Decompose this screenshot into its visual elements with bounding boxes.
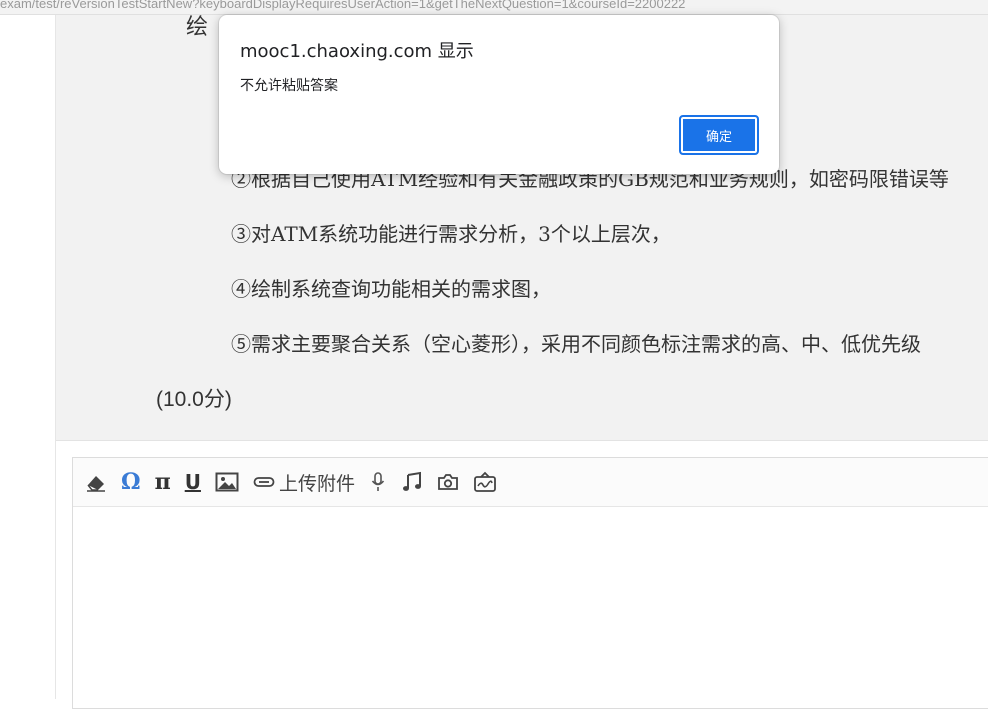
underline-icon[interactable]: U bbox=[185, 469, 201, 495]
url-text: exam/test/reVersionTestStartNew?keyboard… bbox=[0, 0, 686, 11]
dialog-title: mooc1.chaoxing.com 显示 bbox=[240, 41, 474, 62]
attachment-icon bbox=[253, 477, 275, 487]
handwriting-icon[interactable] bbox=[473, 469, 497, 495]
upload-label: 上传附件 bbox=[278, 472, 355, 495]
editor-text-area[interactable] bbox=[73, 507, 988, 707]
question-score: (10.0分) bbox=[156, 388, 232, 411]
microphone-icon[interactable] bbox=[369, 469, 387, 495]
ok-button[interactable]: 确定 bbox=[679, 115, 759, 155]
question-line-5: ⑤需求主要聚合关系（空心菱形），采用不同颜色标注需求的高、中、低优先级 bbox=[231, 332, 921, 356]
omega-icon[interactable]: Ω bbox=[121, 469, 141, 495]
image-icon[interactable] bbox=[215, 469, 239, 495]
question-line-3: ③对ATM系统功能进行需求分析，3个以上层次， bbox=[231, 222, 671, 246]
divider bbox=[56, 440, 988, 441]
pi-icon[interactable]: π bbox=[155, 469, 171, 495]
browser-url-bar[interactable]: exam/test/reVersionTestStartNew?keyboard… bbox=[0, 0, 988, 15]
left-gutter bbox=[0, 15, 56, 699]
editor-toolbar: Ω π U 上传附件 bbox=[73, 458, 988, 507]
eraser-icon[interactable] bbox=[85, 469, 107, 495]
question-line-4: ④绘制系统查询功能相关的需求图， bbox=[231, 277, 551, 301]
dialog-message: 不允许粘贴答案 bbox=[240, 78, 338, 94]
camera-icon[interactable] bbox=[437, 469, 459, 495]
music-icon[interactable] bbox=[401, 469, 423, 495]
alert-dialog: mooc1.chaoxing.com 显示 不允许粘贴答案 确定 bbox=[219, 15, 779, 174]
answer-editor[interactable]: Ω π U 上传附件 bbox=[72, 457, 988, 709]
upload-attachment-button[interactable]: 上传附件 bbox=[253, 469, 355, 495]
question-top-fragment: 绘 bbox=[186, 15, 209, 40]
